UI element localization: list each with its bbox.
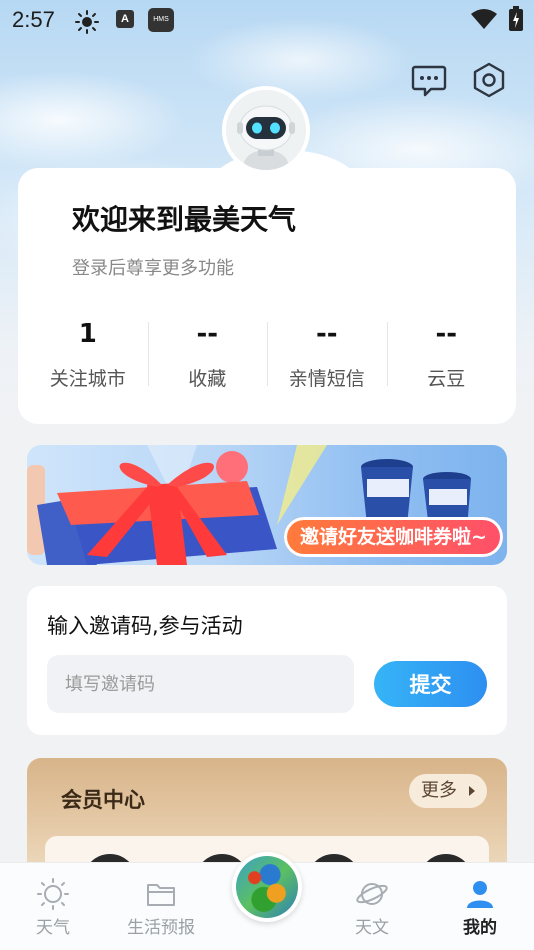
avatar[interactable] <box>222 86 310 174</box>
profile-card: 欢迎来到最美天气 登录后尊享更多功能 1 关注城市 -- 收藏 -- 亲情短信 … <box>18 150 516 424</box>
login-subtitle[interactable]: 登录后尊享更多功能 <box>72 254 234 280</box>
folder-icon <box>147 884 175 906</box>
invite-coffee-banner[interactable]: 邀请好友送咖啡券啦~ <box>27 445 507 565</box>
member-center-title: 会员中心 <box>61 788 145 812</box>
user-icon <box>467 881 493 908</box>
status-bar: 2:57 A HMS <box>0 0 534 44</box>
sun-icon <box>75 10 99 34</box>
stat-label: 收藏 <box>188 368 227 390</box>
sun-outline-icon <box>37 878 69 910</box>
invite-title: 输入邀请码,参与活动 <box>47 614 243 638</box>
invite-code-input[interactable] <box>47 655 354 713</box>
stat-followed-cities[interactable]: 1 关注城市 <box>28 314 148 390</box>
nav-item-weather[interactable]: 天气 <box>8 877 98 938</box>
hexagon-settings-icon[interactable] <box>471 62 507 98</box>
nav-item-astronomy[interactable]: 天文 <box>327 877 417 938</box>
wifi-icon <box>471 9 497 29</box>
battery-icon <box>509 6 523 31</box>
hms-icon: HMS <box>148 8 174 32</box>
stat-value: -- <box>435 319 458 349</box>
stat-label: 关注城市 <box>49 368 126 390</box>
planet-icon <box>356 883 388 905</box>
stat-label: 云豆 <box>427 368 466 390</box>
banner-promo-text: 邀请好友送咖啡券啦~ <box>284 517 503 557</box>
chat-bubble-icon[interactable] <box>411 62 447 98</box>
nav-label: 我的 <box>463 918 497 938</box>
status-time: 2:57 <box>12 7 55 32</box>
radar-map-button[interactable] <box>232 852 302 922</box>
a-icon: A <box>116 10 134 28</box>
stat-value: 1 <box>78 319 97 349</box>
welcome-title[interactable]: 欢迎来到最美天气 <box>72 198 296 238</box>
stat-family-sms[interactable]: -- 亲情短信 <box>267 314 387 390</box>
stats-row: 1 关注城市 -- 收藏 -- 亲情短信 -- 云豆 <box>28 314 506 390</box>
submit-button[interactable]: 提交 <box>374 661 487 707</box>
stat-value: -- <box>315 319 338 349</box>
nav-label: 天气 <box>36 918 70 938</box>
stat-favorites[interactable]: -- 收藏 <box>147 314 268 390</box>
robot-avatar-icon <box>226 90 306 170</box>
invite-code-card: 输入邀请码,参与活动 提交 <box>27 586 507 735</box>
chevron-right-icon <box>469 786 475 796</box>
nav-item-mine[interactable]: 我的 <box>435 877 525 938</box>
nav-item-life-forecast[interactable]: 生活预报 <box>116 877 206 938</box>
nav-label: 生活预报 <box>127 918 195 938</box>
radar-map-icon <box>236 856 298 918</box>
more-button[interactable]: 更多 <box>409 774 487 808</box>
nav-label: 天文 <box>355 918 389 938</box>
stat-value: -- <box>196 319 219 349</box>
stat-label: 亲情短信 <box>288 368 365 390</box>
stat-cloud-beans[interactable]: -- 云豆 <box>386 314 507 390</box>
more-label: 更多 <box>421 780 457 801</box>
